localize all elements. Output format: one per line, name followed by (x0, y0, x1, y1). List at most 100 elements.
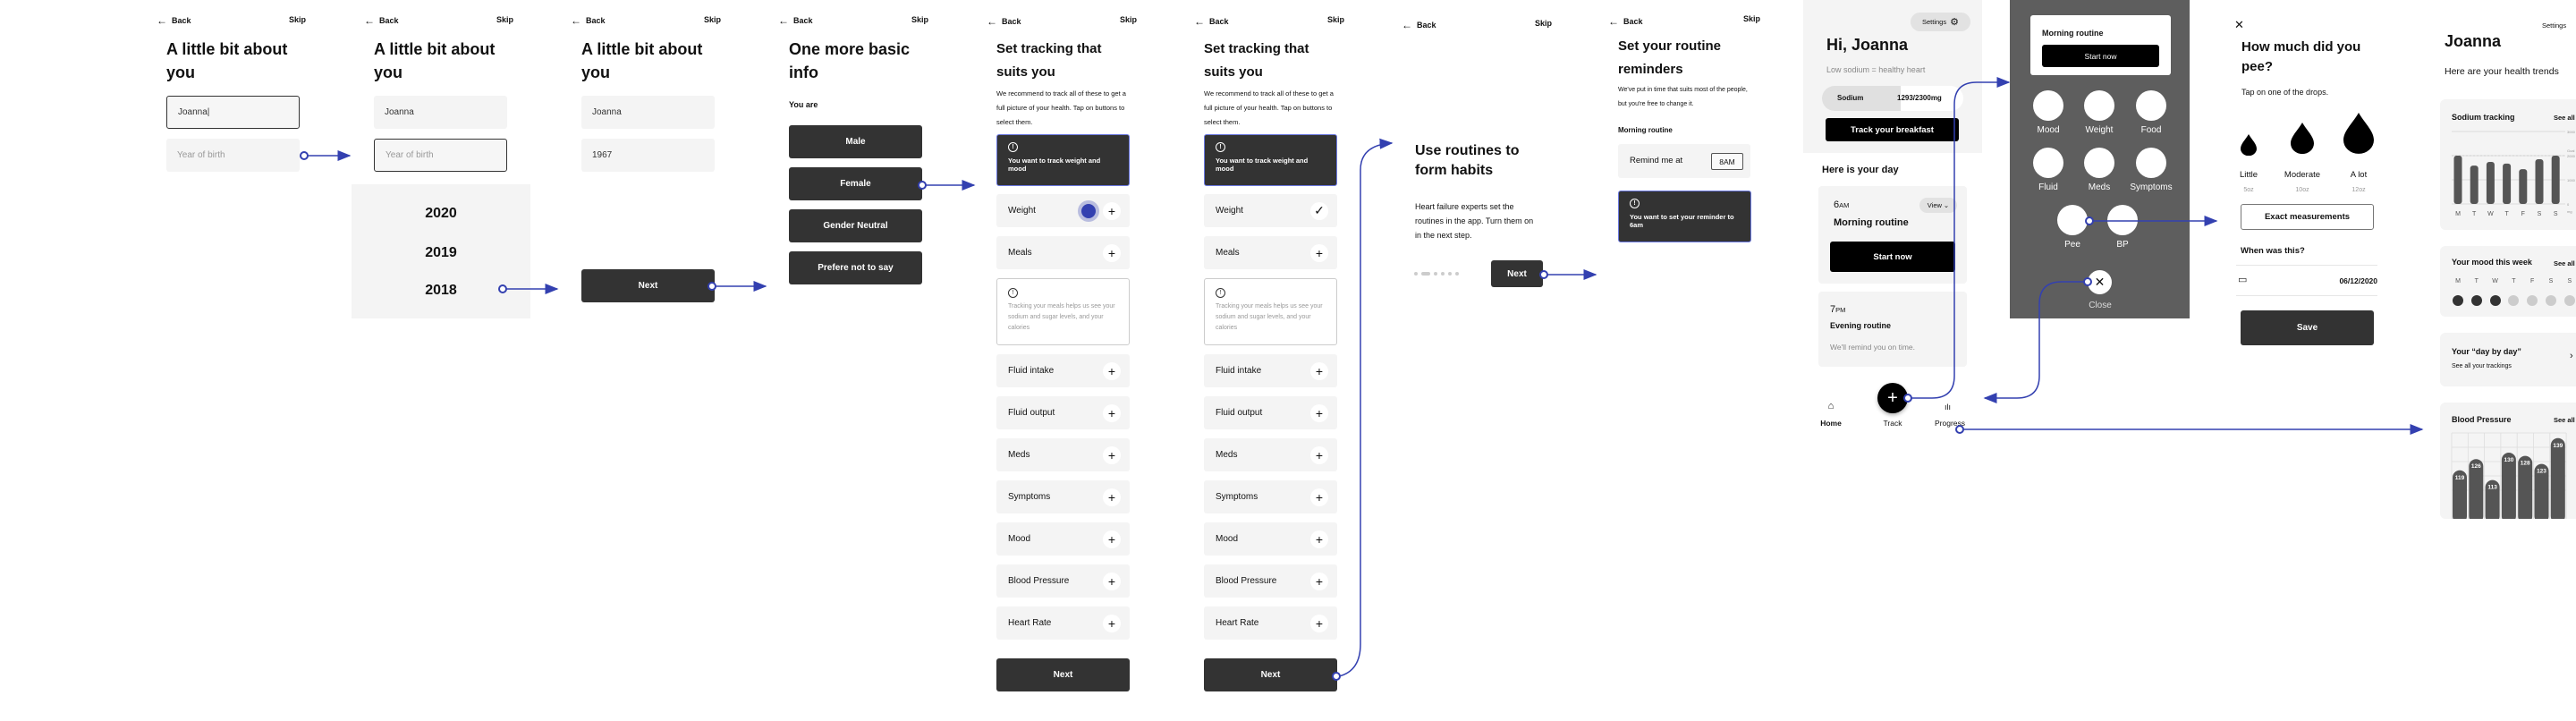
next-button[interactable]: Next (581, 269, 715, 302)
tracking-item[interactable]: Fluid intake + (996, 354, 1130, 387)
back-button[interactable]: ← Back (1608, 15, 1643, 28)
time-picker[interactable]: 8AM (1711, 153, 1743, 170)
track-option-symptoms[interactable] (2136, 148, 2166, 178)
tracking-item[interactable]: Weight ✓ (1204, 194, 1337, 227)
plus-icon[interactable]: + (1103, 361, 1121, 380)
exact-measurements-button[interactable]: Exact measurements (2241, 204, 2374, 230)
year-picker[interactable]: 2020 2019 2018 (352, 184, 530, 318)
tracking-item[interactable]: Heart Rate + (1204, 606, 1337, 640)
name-input[interactable]: Joanna| (166, 96, 300, 129)
plus-icon[interactable]: + (1103, 572, 1121, 590)
page-dot[interactable] (1441, 272, 1445, 276)
page-dot[interactable] (1421, 272, 1430, 276)
back-button[interactable]: ← Back (987, 15, 1021, 28)
page-dot[interactable] (1414, 272, 1418, 276)
tracking-item[interactable]: Symptoms + (996, 480, 1130, 513)
close-button[interactable]: ✕ (2088, 270, 2112, 294)
tracking-item[interactable]: Fluid output + (1204, 396, 1337, 429)
tracking-item[interactable]: Symptoms + (1204, 480, 1337, 513)
gender-option-male[interactable]: Male (789, 125, 922, 158)
track-breakfast-button[interactable]: Track your breakfast (1826, 118, 1959, 141)
plus-icon[interactable]: + (1310, 403, 1328, 422)
tracking-item[interactable]: Mood + (1204, 522, 1337, 556)
name-input[interactable]: Joanna (581, 96, 715, 129)
settings-button[interactable]: Settings (2542, 21, 2566, 30)
back-button[interactable]: ← Back (1402, 19, 1436, 31)
save-button[interactable]: Save (2241, 310, 2374, 345)
track-fab-button[interactable]: + (1877, 383, 1908, 413)
view-button[interactable]: View ⌄ (1919, 198, 1957, 213)
plus-icon[interactable]: + (1103, 530, 1121, 548)
plus-icon[interactable]: + (1103, 488, 1121, 506)
skip-button[interactable]: Skip (1120, 15, 1137, 24)
back-button[interactable]: ← Back (157, 14, 191, 27)
tracking-item[interactable]: Fluid output + (996, 396, 1130, 429)
track-option-meds[interactable] (2084, 148, 2114, 178)
back-button[interactable]: ← Back (778, 14, 813, 27)
back-button[interactable]: ← Back (364, 14, 399, 27)
nav-progress[interactable]: Progress (1930, 419, 1970, 428)
next-button[interactable]: Next (1204, 658, 1337, 691)
next-button[interactable]: Next (1491, 260, 1543, 287)
track-option-fluid[interactable] (2033, 148, 2063, 178)
check-icon[interactable]: ✓ (1310, 201, 1328, 220)
year-option[interactable]: 2018 (352, 283, 530, 299)
tracking-item[interactable]: Blood Pressure + (996, 564, 1130, 598)
year-option[interactable]: 2020 (352, 206, 530, 222)
tracking-item[interactable]: Fluid intake + (1204, 354, 1337, 387)
gender-option-neutral[interactable]: Gender Neutral (789, 209, 922, 242)
settings-button[interactable]: Settings ⚙ (1911, 13, 1970, 31)
gender-option-prefer-not[interactable]: Prefere not to say (789, 251, 922, 284)
year-of-birth-input[interactable]: 1967 (581, 139, 715, 172)
name-input[interactable]: Joanna (374, 96, 507, 129)
track-option-bp[interactable] (2107, 205, 2138, 235)
tracking-item[interactable]: Mood + (996, 522, 1130, 556)
plus-icon[interactable]: + (1103, 243, 1121, 262)
year-of-birth-input[interactable]: Year of birth (166, 139, 300, 172)
plus-icon[interactable]: + (1310, 488, 1328, 506)
day-by-day-card[interactable]: Your “day by day” See all your trackings… (2440, 333, 2576, 386)
back-button[interactable]: ← Back (1194, 15, 1229, 28)
drop-icon[interactable] (2343, 113, 2374, 154)
tracking-item[interactable]: Meals + (996, 236, 1130, 269)
skip-button[interactable]: Skip (911, 15, 928, 24)
see-all-link[interactable]: See all (2554, 259, 2575, 267)
skip-button[interactable]: Skip (1327, 15, 1344, 24)
plus-icon[interactable]: + (1103, 614, 1121, 632)
plus-icon[interactable]: + (1103, 201, 1121, 220)
back-button[interactable]: ← Back (571, 14, 606, 27)
tracking-item[interactable]: Heart Rate + (996, 606, 1130, 640)
plus-icon[interactable]: + (1310, 361, 1328, 380)
date-field[interactable]: 06/12/2020 (2290, 276, 2377, 285)
plus-icon[interactable]: + (1103, 403, 1121, 422)
skip-button[interactable]: Skip (704, 15, 721, 24)
tracking-item[interactable]: Blood Pressure + (1204, 564, 1337, 598)
track-option-mood[interactable] (2033, 90, 2063, 121)
page-dot[interactable] (1455, 272, 1459, 276)
close-icon[interactable]: ✕ (2234, 18, 2244, 32)
tracking-item[interactable]: Meds + (1204, 438, 1337, 471)
tracking-item[interactable]: Meds + (996, 438, 1130, 471)
next-button[interactable]: Next (996, 658, 1130, 691)
year-option[interactable]: 2019 (352, 245, 530, 261)
skip-button[interactable]: Skip (289, 15, 306, 24)
track-option-food[interactable] (2136, 90, 2166, 121)
track-option-weight[interactable] (2084, 90, 2114, 121)
plus-icon[interactable]: + (1310, 572, 1328, 590)
plus-icon[interactable]: + (1310, 614, 1328, 632)
year-of-birth-input[interactable]: Year of birth (374, 139, 507, 172)
start-now-button[interactable]: Start now (1830, 242, 1955, 272)
tracking-item[interactable]: Meals + (1204, 236, 1337, 269)
drop-icon[interactable] (2291, 123, 2314, 155)
tracking-item[interactable]: Weight + (996, 194, 1130, 227)
plus-icon[interactable]: + (1310, 243, 1328, 262)
page-dot[interactable] (1434, 272, 1437, 276)
skip-button[interactable]: Skip (1535, 19, 1552, 28)
nav-track[interactable]: Track (1875, 419, 1911, 428)
skip-button[interactable]: Skip (496, 15, 513, 24)
plus-icon[interactable]: + (1310, 445, 1328, 464)
nav-home[interactable]: Home (1815, 419, 1847, 428)
skip-button[interactable]: Skip (1743, 14, 1760, 23)
drop-icon[interactable] (2241, 133, 2257, 157)
start-now-button[interactable]: Start now (2042, 45, 2159, 67)
